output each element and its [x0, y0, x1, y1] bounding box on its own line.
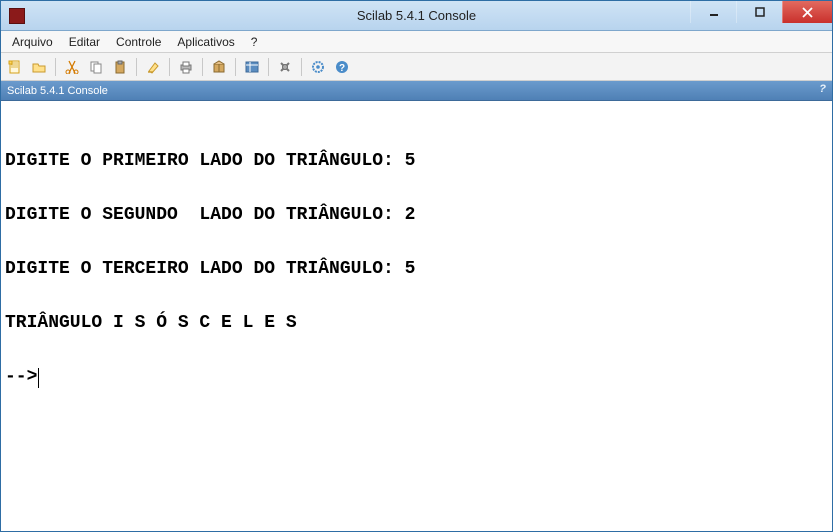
- toolbar-separator: [301, 58, 302, 76]
- menu-controle[interactable]: Controle: [109, 33, 168, 51]
- toolbar-separator: [235, 58, 236, 76]
- help-button[interactable]: ?: [332, 57, 352, 77]
- new-file-icon: [8, 60, 22, 74]
- minimize-icon: [709, 7, 719, 17]
- help-icon: ?: [335, 60, 349, 74]
- console-line: DIGITE O SEGUNDO LADO DO TRIÂNGULO: 2: [5, 202, 828, 229]
- clear-button[interactable]: [143, 57, 163, 77]
- toolbar-separator: [136, 58, 137, 76]
- variable-browser-button[interactable]: [242, 57, 262, 77]
- settings-gear-icon: [311, 60, 325, 74]
- print-button[interactable]: [176, 57, 196, 77]
- package-button[interactable]: [209, 57, 229, 77]
- maximize-button[interactable]: [736, 1, 782, 23]
- cut-button[interactable]: [62, 57, 82, 77]
- menu-editar[interactable]: Editar: [62, 33, 107, 51]
- print-icon: [179, 60, 193, 74]
- console-line: TRIÂNGULO I S Ó S C E L E S: [5, 310, 828, 337]
- preferences-icon: [278, 60, 292, 74]
- window-titlebar: Scilab 5.4.1 Console: [1, 1, 832, 31]
- cut-icon: [65, 60, 79, 74]
- open-file-button[interactable]: [29, 57, 49, 77]
- toolbar-separator: [202, 58, 203, 76]
- svg-text:?: ?: [339, 63, 345, 74]
- copy-icon: [89, 60, 103, 74]
- toolbar-separator: [169, 58, 170, 76]
- console-pane-header: Scilab 5.4.1 Console ?: [1, 81, 832, 101]
- package-icon: [212, 60, 226, 74]
- console-output[interactable]: DIGITE O PRIMEIRO LADO DO TRIÂNGULO: 5 D…: [1, 101, 832, 531]
- minimize-button[interactable]: [690, 1, 736, 23]
- paste-button[interactable]: [110, 57, 130, 77]
- console-line: DIGITE O PRIMEIRO LADO DO TRIÂNGULO: 5: [5, 148, 828, 175]
- toolbar: ?: [1, 53, 832, 81]
- paste-icon: [113, 60, 127, 74]
- menu-help[interactable]: ?: [244, 33, 265, 51]
- toolbar-separator: [268, 58, 269, 76]
- preferences-button[interactable]: [275, 57, 295, 77]
- menu-aplicativos[interactable]: Aplicativos: [170, 33, 241, 51]
- window-controls: [690, 1, 832, 30]
- console-pane-title: Scilab 5.4.1 Console: [7, 85, 108, 97]
- text-cursor: [38, 368, 39, 388]
- open-file-icon: [32, 60, 46, 74]
- toolbar-separator: [55, 58, 56, 76]
- menu-bar: Arquivo Editar Controle Aplicativos ?: [1, 31, 832, 53]
- console-line: DIGITE O TERCEIRO LADO DO TRIÂNGULO: 5: [5, 256, 828, 283]
- app-icon: [9, 8, 25, 24]
- console-prompt-line: -->: [5, 364, 828, 391]
- menu-arquivo[interactable]: Arquivo: [5, 33, 60, 51]
- copy-button[interactable]: [86, 57, 106, 77]
- pane-help-button[interactable]: ?: [819, 83, 826, 95]
- close-icon: [802, 7, 813, 18]
- settings-button[interactable]: [308, 57, 328, 77]
- close-button[interactable]: [782, 1, 832, 23]
- console-prompt: -->: [5, 364, 37, 391]
- new-file-button[interactable]: [5, 57, 25, 77]
- variable-browser-icon: [245, 60, 259, 74]
- maximize-icon: [755, 7, 765, 17]
- clear-icon: [146, 60, 160, 74]
